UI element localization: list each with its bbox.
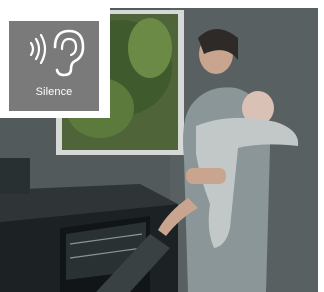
- silence-label: Silence: [35, 86, 73, 98]
- ear-sound-icon: [29, 29, 85, 77]
- silence-badge-panel: Silence: [9, 21, 99, 111]
- silence-badge: Silence: [0, 0, 110, 118]
